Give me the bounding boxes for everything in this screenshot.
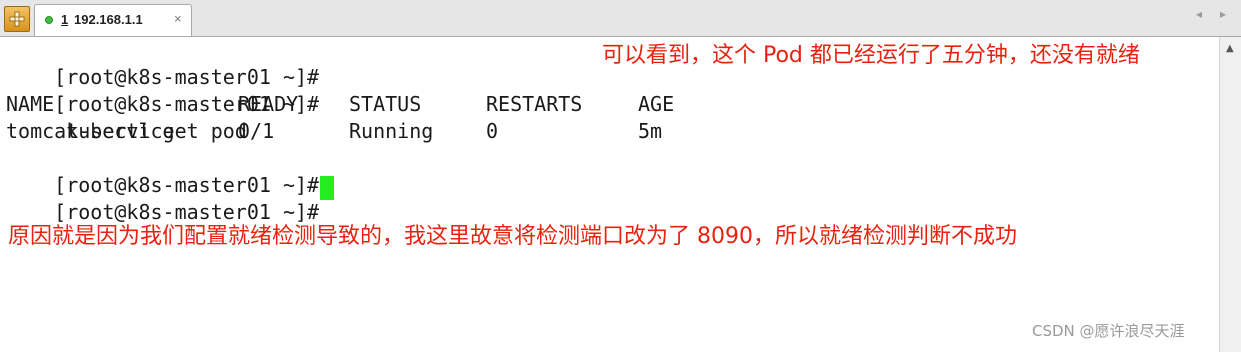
watermark: CSDN @愿许浪尽天涯 — [1032, 322, 1185, 340]
tab-title: 192.168.1.1 — [74, 12, 143, 27]
vertical-scrollbar[interactable]: ▲ — [1219, 37, 1241, 352]
pod-status: Running — [349, 119, 434, 143]
annotation-bottom: 原因就是因为我们配置就绪检测导致的，我这里故意将检测端口改为了 8090，所以就… — [8, 224, 1017, 249]
annotation-top: 可以看到，这个 Pod 都已经运行了五分钟，还没有就绪 — [602, 43, 1140, 68]
close-icon[interactable]: × — [174, 11, 182, 26]
column-header: READY — [238, 92, 299, 116]
column-header: NAME — [6, 92, 55, 116]
column-header: RESTARTS — [486, 92, 583, 116]
column-header: AGE — [638, 92, 675, 116]
new-session-button[interactable] — [4, 6, 30, 32]
terminal-line: [root@k8s-master01 ~]# — [6, 145, 319, 197]
connection-status-icon — [45, 16, 53, 24]
plus-icon — [9, 11, 25, 27]
pod-restarts: 0 — [486, 119, 499, 143]
scroll-up-icon[interactable]: ▲ — [1226, 43, 1234, 54]
shell-prompt: [root@k8s-master01 ~]# — [54, 200, 320, 224]
session-tab[interactable]: 1 192.168.1.1 × — [34, 4, 192, 36]
tab-prev-icon[interactable]: ◂ — [1196, 7, 1202, 21]
tab-next-icon[interactable]: ▸ — [1220, 7, 1226, 21]
terminal-line: [root@k8s-master01 ~]# kubectl get pod — [6, 64, 319, 143]
terminal-line: [root@k8s-master01 ~]# — [6, 37, 319, 89]
tab-number: 1 — [61, 12, 69, 27]
tab-bar: 1 192.168.1.1 × ◂ ▸ — [0, 0, 1241, 37]
pod-age: 5m — [638, 119, 663, 143]
terminal-output[interactable]: [root@k8s-master01 ~]# [root@k8s-master0… — [0, 37, 1218, 352]
terminal-line: [root@k8s-master01 ~]# — [6, 172, 319, 224]
pod-name: tomcat-service — [6, 119, 175, 143]
terminal-cursor — [320, 176, 334, 200]
pod-ready: 0/1 — [238, 119, 275, 143]
table-header-row: NAME READY STATUS RESTARTS AGE — [6, 91, 1006, 118]
table-row: tomcat-service 0/1 Running 0 5m — [6, 118, 1006, 145]
column-header: STATUS — [349, 92, 422, 116]
